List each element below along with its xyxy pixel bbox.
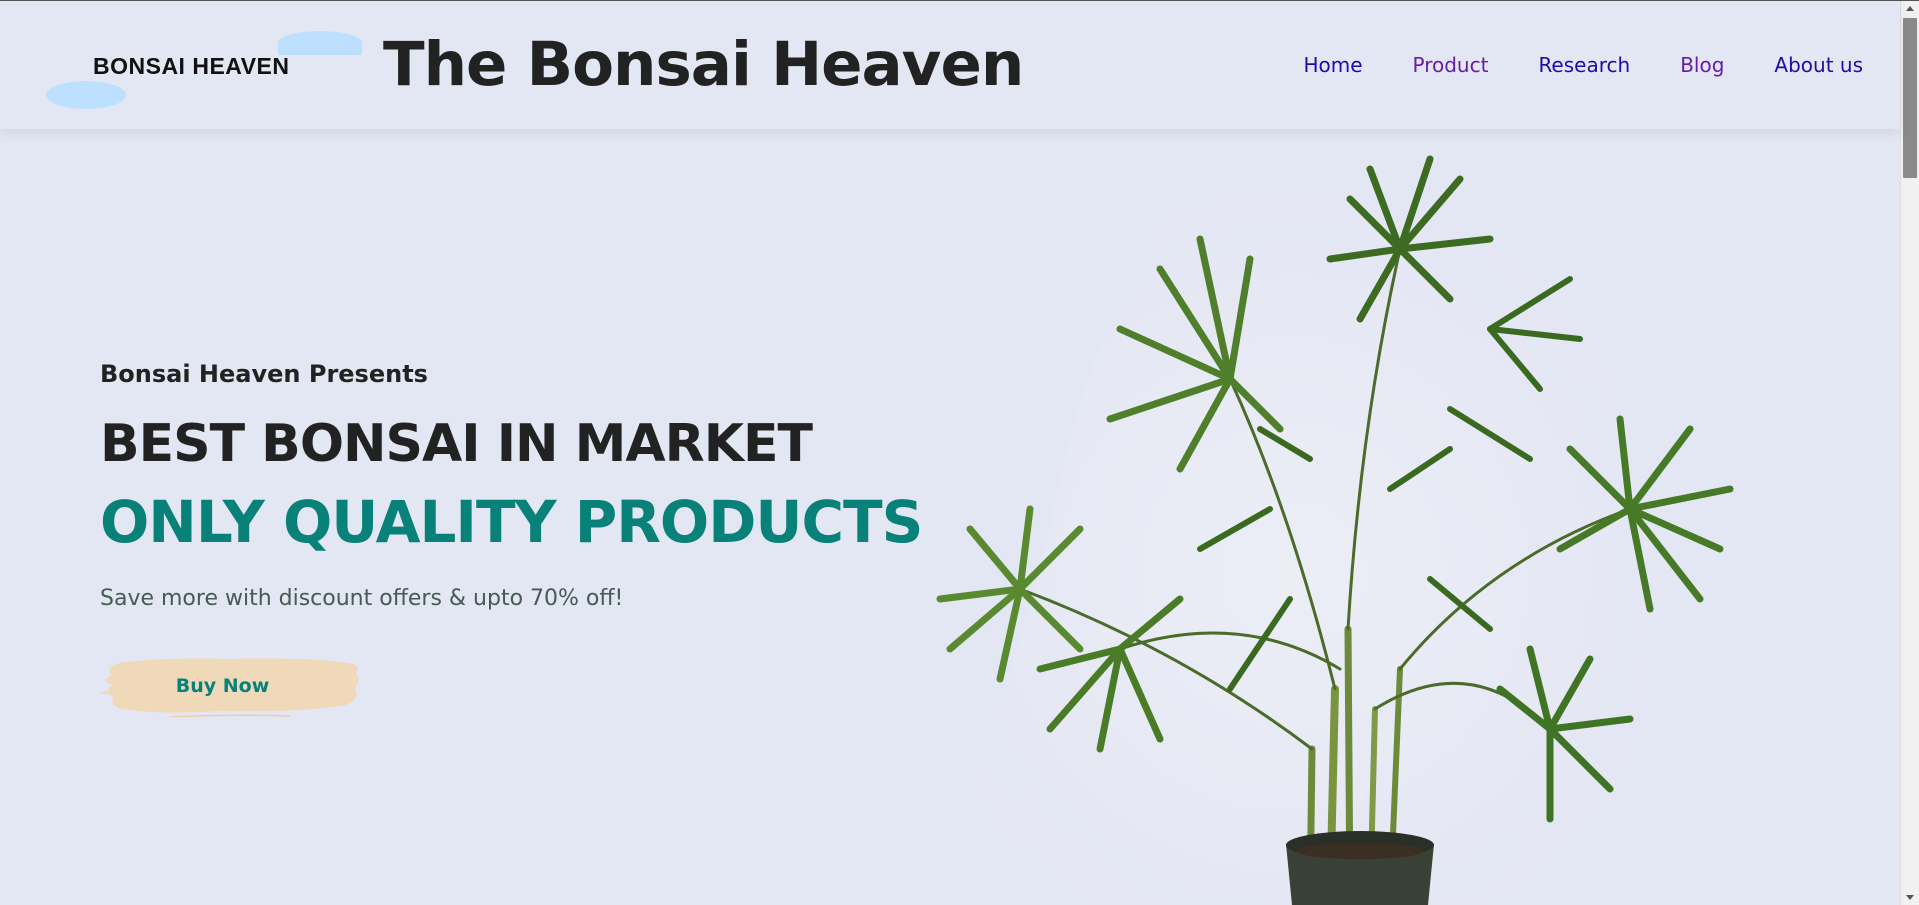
site-title: The Bonsai Heaven — [383, 29, 1024, 100]
buy-now-button[interactable]: Buy Now — [100, 655, 362, 717]
logo-blob-shape — [46, 81, 126, 109]
site-header: BONSAI HEAVEN The Bonsai Heaven Home Pro… — [0, 1, 1900, 129]
hero-presents: Bonsai Heaven Presents — [100, 360, 428, 388]
scroll-up-icon[interactable] — [1906, 6, 1914, 11]
logo-text: BONSAI HEAVEN — [93, 53, 290, 79]
hero-section: Bonsai Heaven Presents BEST BONSAI IN MA… — [100, 360, 980, 717]
scroll-down-icon[interactable] — [1906, 895, 1914, 900]
nav-blog[interactable]: Blog — [1680, 53, 1724, 77]
scrollbar-thumb[interactable] — [1903, 18, 1917, 178]
site-logo[interactable]: BONSAI HEAVEN — [46, 29, 362, 111]
page-scrollbar[interactable] — [1900, 1, 1919, 905]
logo-blob-shape — [278, 31, 362, 55]
hero-headline: BEST BONSAI IN MARKET — [100, 414, 813, 474]
buy-now-label: Buy Now — [175, 675, 270, 697]
nav-about-us[interactable]: About us — [1774, 53, 1863, 77]
potted-palm-image — [930, 155, 1734, 905]
nav-home[interactable]: Home — [1303, 53, 1362, 77]
main-nav: Home Product Research Blog About us — [1303, 53, 1863, 77]
nav-product[interactable]: Product — [1413, 53, 1489, 77]
hero-description: Save more with discount offers & upto 70… — [100, 586, 624, 611]
hero-subheadline: ONLY QUALITY PRODUCTS — [100, 488, 923, 556]
nav-research[interactable]: Research — [1538, 53, 1630, 77]
